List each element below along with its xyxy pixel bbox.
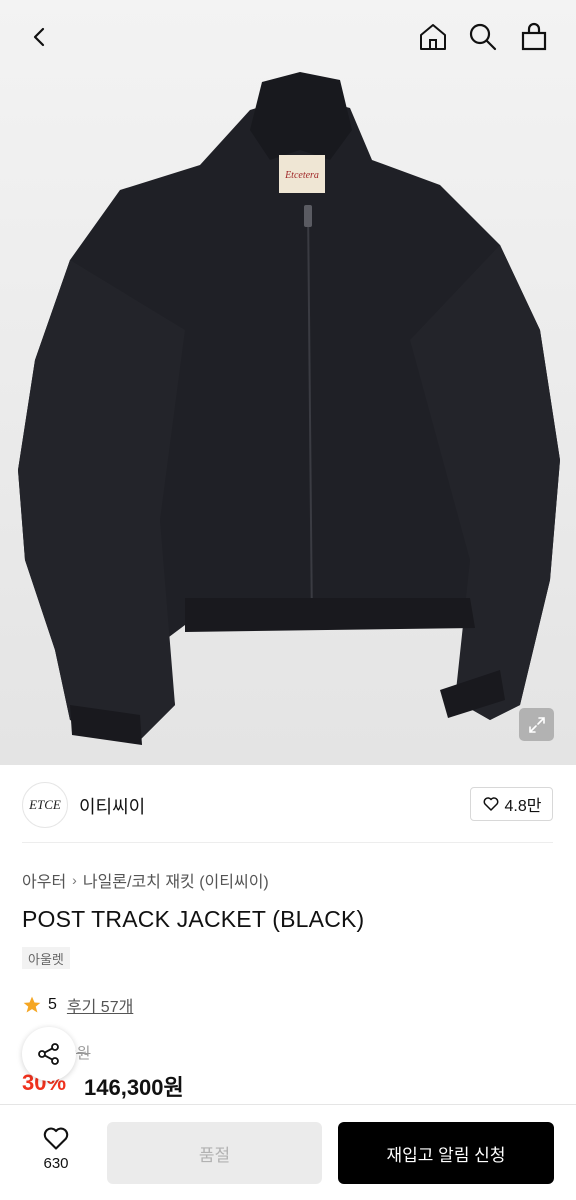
share-button[interactable] [22,1027,76,1081]
back-button[interactable] [20,17,60,57]
restock-alert-button[interactable]: 재입고 알림 신청 [338,1122,554,1184]
brand-name[interactable]: 이티씨이 [79,793,145,819]
chevron-left-icon [33,27,45,47]
reviews-link[interactable]: 후기 57개 [67,993,133,1017]
product-image[interactable]: Etcetera [0,0,576,765]
brand-like-count: 4.8만 [504,798,542,815]
home-button[interactable] [413,17,453,57]
svg-text:Etcetera: Etcetera [284,170,319,181]
divider [22,842,553,843]
top-navigation-bar [0,0,576,76]
rating-score: 5 [48,996,57,1013]
brand-logo[interactable]: ETCE [22,782,68,828]
share-icon [38,1043,59,1065]
heart-icon [43,1127,69,1150]
product-page: Etcetera ETCE 이티씨이 4.8만 아우터 › 나일론/코치 재킷 … [0,0,576,1200]
chevron-right-icon: › [72,872,77,888]
expand-icon [528,716,545,733]
expand-image-button[interactable] [519,708,554,741]
breadcrumb-item-outer[interactable]: 아우터 [22,868,66,892]
sale-price: 146,300원 [84,1075,184,1100]
bottom-action-bar: 630 품절 재입고 알림 신청 [0,1104,576,1200]
search-icon [469,23,497,51]
shopping-bag-icon [521,22,547,51]
outlet-badge: 아울렛 [22,947,70,969]
cart-button[interactable] [514,17,554,57]
star-icon [23,996,41,1013]
brand-like-button[interactable]: 4.8만 [470,787,553,821]
search-button[interactable] [463,17,503,57]
breadcrumb-item-category[interactable]: 나일론/코치 재킷 (이티씨이) [83,868,269,892]
rating-summary: 5 후기 57개 [22,993,133,1017]
wishlist-count: 630 [43,1155,69,1172]
wishlist-button[interactable]: 630 [22,1125,90,1172]
product-title: POST TRACK JACKET (BLACK) [22,906,365,932]
home-icon [420,24,446,50]
soldout-button: 품절 [107,1122,322,1184]
brand-row: ETCE 이티씨이 4.8만 [0,776,576,832]
heart-icon [483,797,498,811]
jacket-illustration: Etcetera [0,0,576,765]
breadcrumb: 아우터 › 나일론/코치 재킷 (이티씨이) [22,868,269,892]
